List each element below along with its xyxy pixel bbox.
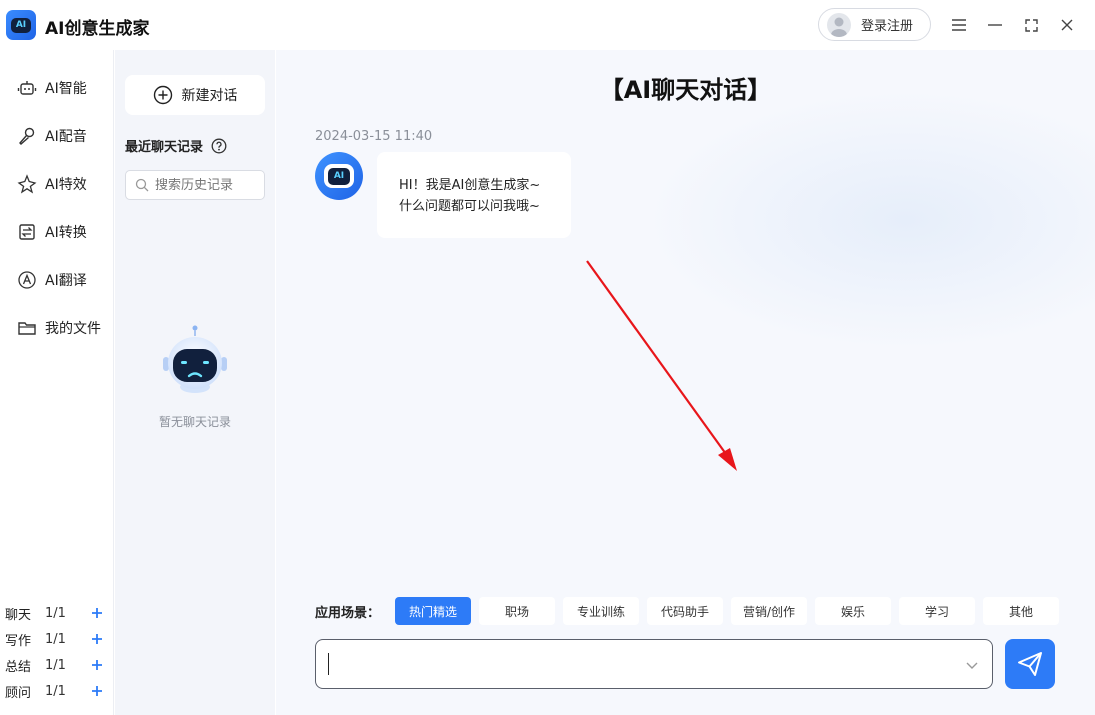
scene-chip-other[interactable]: 其他 — [983, 597, 1060, 625]
quota-name: 总结 — [5, 659, 32, 675]
add-quota-button[interactable] — [89, 683, 105, 699]
send-button[interactable] — [1005, 639, 1055, 689]
nav-item-my-files[interactable]: 我的文件 — [0, 308, 114, 348]
nav-item-label: AI智能 — [45, 81, 87, 97]
login-register-button[interactable]: 登录注册 — [818, 8, 931, 41]
title-bar: AI AI创意生成家 登录注册 — [0, 0, 1095, 50]
quota-row-writing: 写作 1/1 — [5, 628, 110, 650]
plus-icon — [92, 686, 102, 696]
nav-item-label: 我的文件 — [45, 321, 101, 337]
help-icon[interactable] — [211, 138, 227, 154]
new-chat-button[interactable]: 新建对话 — [125, 75, 265, 115]
nav-item-label: AI转换 — [45, 225, 87, 241]
nav-item-label: AI翻译 — [45, 273, 87, 289]
microphone-icon — [19, 127, 35, 145]
quota-row-summary: 总结 1/1 — [5, 654, 110, 676]
chat-main: 【AI聊天对话】 2024-03-15 11:40 AI HI！我是AI创意生成… — [276, 50, 1095, 715]
empty-history-text: 暂无聊天记录 — [158, 415, 231, 429]
quota-name: 写作 — [5, 633, 32, 649]
user-avatar-icon — [827, 12, 851, 37]
scene-chip-code-assistant[interactable]: 代码助手 — [647, 597, 724, 625]
message-timestamp: 2024-03-15 11:40 — [315, 129, 433, 144]
nav-item-ai-dubbing[interactable]: AI配音 — [0, 116, 114, 156]
history-search-input[interactable] — [155, 177, 260, 193]
quota-value: 1/1 — [45, 657, 66, 673]
chevron-down-icon[interactable] — [964, 657, 980, 673]
scene-chip-workplace[interactable]: 职场 — [479, 597, 556, 625]
add-quota-button[interactable] — [89, 605, 105, 621]
scene-chip-hot-picks[interactable]: 热门精选 — [395, 597, 472, 625]
scene-chip-marketing[interactable]: 营销/创作 — [731, 597, 808, 625]
minimize-icon[interactable] — [982, 12, 1008, 38]
history-search-box — [125, 170, 265, 200]
app-title: AI创意生成家 — [45, 19, 150, 39]
add-quota-button[interactable] — [89, 631, 105, 647]
empty-robot-icon — [163, 325, 227, 393]
sparkle-icon — [17, 174, 37, 194]
recent-chats-heading: 最近聊天记录 — [125, 136, 227, 155]
app-logo: AI — [6, 10, 36, 40]
message-line: 什么问题都可以问我哦~ — [399, 199, 540, 214]
quota-row-advisor: 顾问 1/1 — [5, 680, 110, 702]
chat-input-box — [315, 639, 993, 689]
nav-item-ai-convert[interactable]: AI转换 — [0, 212, 114, 252]
nav-item-ai-translate[interactable]: AI翻译 — [0, 260, 114, 300]
app-logo-text: AI — [11, 17, 31, 33]
bot-avatar: AI — [315, 152, 363, 200]
scene-selector: 应用场景： 热门精选 职场 专业训练 代码助手 营销/创作 娱乐 学习 其他 — [315, 597, 1067, 625]
history-panel: 新建对话 最近聊天记录 搜索历史记录 暂无聊天记录 — [115, 50, 275, 715]
quota-value: 1/1 — [45, 631, 66, 647]
scene-chip-professional-training[interactable]: 专业训练 — [563, 597, 640, 625]
plus-circle-icon — [153, 85, 172, 105]
scenes-label: 应用场景： — [315, 605, 381, 621]
message-line: HI！我是AI创意生成家~ — [399, 178, 541, 193]
scene-chip-study[interactable]: 学习 — [899, 597, 976, 625]
quota-value: 1/1 — [45, 605, 66, 621]
bot-avatar-text: AI — [328, 167, 350, 185]
quota-name: 顾问 — [5, 685, 32, 701]
plus-icon — [92, 660, 102, 670]
search-icon — [135, 178, 149, 192]
menu-icon[interactable] — [946, 12, 972, 38]
add-quota-button[interactable] — [89, 657, 105, 673]
send-icon — [1018, 652, 1042, 676]
left-nav: AI智能 AI配音 AI特效 AI转换 AI翻译 我的文件 聊天 1/1 写作 … — [0, 50, 114, 715]
nav-item-ai-effects[interactable]: AI特效 — [0, 164, 114, 204]
quota-name: 聊天 — [5, 607, 32, 623]
bot-face-icon: AI — [324, 164, 354, 188]
nav-item-label: AI配音 — [45, 129, 87, 145]
quota-value: 1/1 — [45, 683, 66, 699]
new-chat-label: 新建对话 — [181, 88, 238, 104]
maximize-icon[interactable] — [1018, 12, 1044, 38]
translate-icon — [18, 271, 36, 289]
bot-message-bubble: HI！我是AI创意生成家~ 什么问题都可以问我哦~ — [377, 152, 571, 238]
scene-chip-entertainment[interactable]: 娱乐 — [815, 597, 892, 625]
chat-input[interactable] — [328, 653, 948, 675]
close-icon[interactable] — [1054, 12, 1080, 38]
nav-item-ai-smart[interactable]: AI智能 — [0, 68, 114, 108]
app-window: AI AI创意生成家 登录注册 AI智能 AI配音 AI特效 AI转换 AI翻译… — [0, 0, 1095, 715]
quota-row-chat: 聊天 1/1 — [5, 602, 110, 624]
recent-chats-title: 最近聊天记录 — [125, 140, 204, 155]
plus-icon — [92, 608, 102, 618]
page-title: 【AI聊天对话】 — [599, 76, 772, 104]
robot-icon — [17, 81, 37, 95]
plus-icon — [92, 634, 102, 644]
convert-icon — [19, 224, 35, 240]
nav-item-label: AI特效 — [45, 177, 87, 193]
login-register-label: 登录注册 — [861, 19, 914, 34]
folder-icon — [18, 322, 36, 335]
